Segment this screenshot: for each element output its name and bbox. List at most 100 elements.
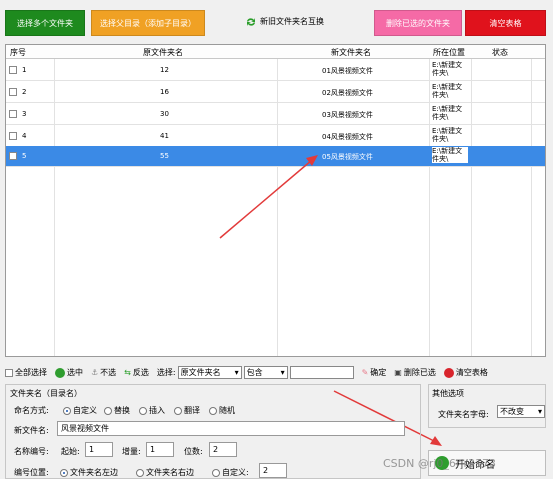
radio <box>209 406 217 415</box>
row-checkbox[interactable] <box>9 132 17 140</box>
option-label: 自定义: <box>222 468 249 477</box>
row-orig-name: 30 <box>160 110 169 118</box>
table-row[interactable]: 3 30 03风景视频文件 E:\新建文件夹\ <box>6 104 545 125</box>
row-checkbox[interactable] <box>9 88 17 96</box>
position-option-right[interactable]: 文件夹名右边 <box>136 467 194 478</box>
naming-option-insert[interactable]: 插入 <box>139 405 165 416</box>
anchor-icon: ⚓ <box>91 368 99 377</box>
naming-option-replace[interactable]: 替换 <box>104 405 130 416</box>
option-label: 自定义 <box>73 406 97 415</box>
col-header-status: 状态 <box>492 48 508 57</box>
swap-label: 新旧文件夹名互换 <box>260 17 324 26</box>
delete-selected-label: 删除已选 <box>403 368 436 377</box>
option-label: 随机 <box>219 406 235 415</box>
row-location: E:\新建文件夹\ <box>432 127 463 143</box>
match-select[interactable]: 包含 ▾ <box>243 366 288 379</box>
choose-group: 选择: 原文件夹名 ▾ 包含 ▾ <box>157 366 354 379</box>
new-name-label: 新文件名: <box>14 426 49 435</box>
table-row[interactable]: 1 12 01风景视频文件 E:\新建文件夹\ <box>6 60 545 81</box>
naming-option-random[interactable]: 随机 <box>209 405 235 416</box>
filter-input[interactable] <box>289 366 354 379</box>
digits-input[interactable]: 2 <box>209 442 237 457</box>
table-row-selected[interactable]: 5 55 05风景视频文件 E:\新建文件夹\ <box>6 146 545 167</box>
uncheck-label: 不选 <box>100 368 117 377</box>
radio <box>139 406 147 415</box>
row-location: E:\新建文件夹\ <box>432 105 463 121</box>
case-select-value: 不改变 <box>500 407 524 416</box>
row-new-name: 01风景视频文件 <box>322 67 373 75</box>
clear-table-button[interactable]: 清空表格 <box>465 10 546 36</box>
delete-selected-folders-button[interactable]: 删除已选的文件夹 <box>374 10 462 36</box>
row-new-name: 03风景视频文件 <box>322 111 373 119</box>
position-option-left[interactable]: 文件夹名左边 <box>60 467 118 478</box>
row-checkbox[interactable] <box>9 66 17 74</box>
row-location: E:\新建文件夹\ <box>432 61 463 77</box>
case-label: 文件夹名字母: <box>438 410 489 419</box>
confirm-label: 确定 <box>370 368 387 377</box>
chevron-down-icon: ▾ <box>234 368 239 377</box>
swap-names-button[interactable]: 新旧文件夹名互换 <box>246 16 324 27</box>
step-input[interactable]: 1 <box>146 442 174 457</box>
invert-icon: ⇆ <box>124 368 131 377</box>
step-label: 增量: <box>122 447 141 456</box>
row-checkbox[interactable] <box>9 110 17 118</box>
select-parent-dir-button[interactable]: 选择父目录（添加子目录） <box>91 10 205 36</box>
field-select-value: 原文件夹名 <box>180 368 221 377</box>
position-label: 编号位置: <box>14 468 49 477</box>
radio-selected <box>63 406 71 415</box>
choose-label: 选择: <box>156 368 176 377</box>
check-button[interactable]: 选中 <box>55 367 83 378</box>
uncheck-button[interactable]: ⚓ 不选 <box>91 367 116 378</box>
row-orig-name: 12 <box>160 66 169 74</box>
row-checkbox[interactable] <box>9 152 17 160</box>
swap-icon <box>247 17 255 26</box>
invert-button[interactable]: ⇆ 反选 <box>124 367 149 378</box>
digits-label: 位数: <box>184 447 203 456</box>
col-header-location: 所在位置 <box>433 48 465 57</box>
clear-table-small-button[interactable]: 清空表格 <box>443 367 488 378</box>
option-label: 文件夹名左边 <box>70 468 118 477</box>
custom-position-input[interactable]: 2 <box>259 463 287 478</box>
option-label: 文件夹名右边 <box>146 468 194 477</box>
row-index: 4 <box>22 132 27 140</box>
delete-selected-button[interactable]: ▣ 删除已选 <box>394 367 436 378</box>
watermark: CSDN @rj0_6rjr3173 <box>383 457 497 470</box>
row-location: E:\新建文件夹\ <box>432 83 463 99</box>
folder-table[interactable]: 序号 原文件夹名 新文件夹名 所在位置 状态 1 12 01风景视频文件 E:\… <box>5 44 546 357</box>
naming-option-custom[interactable]: 自定义 <box>63 405 97 416</box>
table-row[interactable]: 4 41 04风景视频文件 E:\新建文件夹\ <box>6 126 545 147</box>
delete-icon: ▣ <box>394 368 402 377</box>
row-index: 5 <box>22 152 27 160</box>
position-option-custom[interactable]: 自定义: <box>212 467 249 478</box>
chevron-down-icon: ▾ <box>280 368 285 377</box>
option-label: 翻译 <box>184 406 200 415</box>
select-all-checkbox[interactable]: 全部选择 <box>5 367 47 378</box>
check-icon <box>55 367 65 378</box>
row-index: 1 <box>22 66 27 74</box>
table-row[interactable]: 2 16 02风景视频文件 E:\新建文件夹\ <box>6 82 545 103</box>
col-header-orig-name: 原文件夹名 <box>143 48 183 57</box>
new-name-input[interactable]: 风景视频文件 <box>57 421 405 436</box>
start-input[interactable]: 1 <box>85 442 113 457</box>
option-label: 插入 <box>149 406 165 415</box>
select-folders-button[interactable]: 选择多个文件夹 <box>5 10 85 36</box>
case-select[interactable]: 不改变 ▾ <box>497 405 545 418</box>
clear-icon <box>443 367 454 378</box>
row-new-name: 04风景视频文件 <box>322 133 373 141</box>
row-orig-name: 41 <box>160 132 169 140</box>
row-location: E:\新建文件夹\ <box>432 147 468 163</box>
radio <box>212 468 220 477</box>
row-orig-name: 55 <box>160 152 169 160</box>
col-header-new-name: 新文件夹名 <box>331 48 371 57</box>
row-index: 3 <box>22 110 27 118</box>
naming-method-label: 命名方式: <box>14 406 49 415</box>
folder-name-group-title: 文件夹名（目录名） <box>10 389 82 398</box>
start-label: 起始: <box>61 447 80 456</box>
table-header: 序号 原文件夹名 新文件夹名 所在位置 状态 <box>6 45 545 59</box>
arrowhead-start <box>430 436 442 446</box>
naming-option-translate[interactable]: 翻译 <box>174 405 200 416</box>
other-options-title: 其他选项 <box>432 389 464 398</box>
field-select[interactable]: 原文件夹名 ▾ <box>177 366 242 379</box>
confirm-button[interactable]: ✎ 确定 <box>362 367 387 378</box>
number-label: 名称编号: <box>14 447 49 456</box>
